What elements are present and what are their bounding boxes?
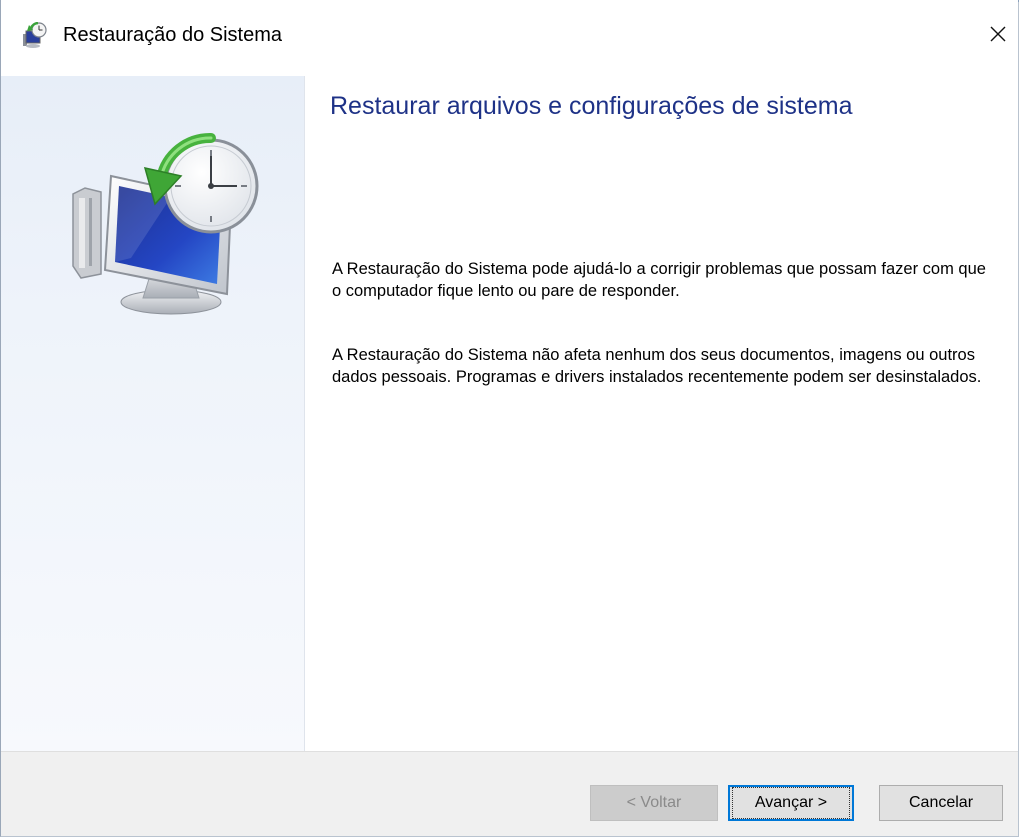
page-heading: Restaurar arquivos e configurações de si… bbox=[330, 92, 853, 120]
system-restore-monitor-clock-icon bbox=[61, 116, 271, 316]
description-paragraph-2: A Restauração do Sistema não afeta nenhu… bbox=[332, 346, 982, 386]
back-button[interactable]: < Voltar bbox=[590, 785, 718, 821]
wizard-footer: < Voltar Avançar > Cancelar bbox=[1, 751, 1018, 836]
next-button-label: Avançar > bbox=[732, 787, 850, 819]
wizard-content: Restaurar arquivos e configurações de si… bbox=[306, 76, 1018, 751]
description-paragraph-1: A Restauração do Sistema pode ajudá-lo a… bbox=[332, 260, 986, 300]
system-restore-icon bbox=[21, 21, 49, 50]
cancel-button[interactable]: Cancelar bbox=[879, 785, 1003, 821]
title-bar[interactable]: Restauração do Sistema bbox=[1, 0, 1018, 76]
wizard-sidebar bbox=[1, 76, 305, 751]
close-icon bbox=[990, 26, 1006, 42]
next-button[interactable]: Avançar > bbox=[728, 785, 854, 821]
close-button[interactable] bbox=[978, 14, 1018, 54]
window-title: Restauração do Sistema bbox=[63, 24, 283, 46]
system-restore-dialog: Restauração do Sistema Restaurar arquivo… bbox=[0, 0, 1019, 837]
